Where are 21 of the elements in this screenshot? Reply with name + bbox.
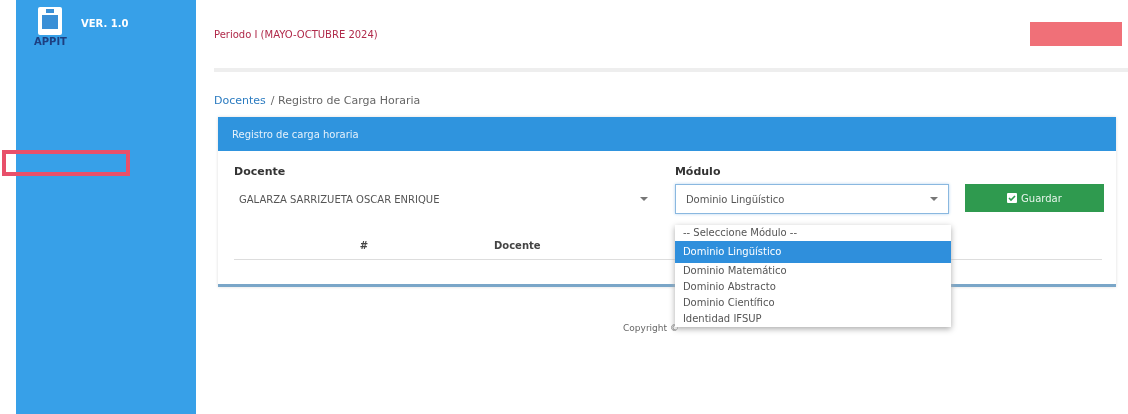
logo-text: APPIT (34, 36, 67, 47)
checkbox-icon (1007, 193, 1018, 203)
breadcrumb-current: / Registro de Carga Horaria (270, 94, 421, 107)
panel-title: Registro de carga horaria (232, 128, 359, 140)
caret-icon (929, 197, 938, 201)
module-select[interactable]: Dominio Lingüístico (674, 184, 949, 214)
dropdown-option[interactable]: -- Seleccione Módulo -- (674, 225, 951, 241)
dropdown-option[interactable]: Dominio Científico (674, 295, 951, 311)
teacher-select[interactable]: GALARZA SARRIZUETA OSCAR ENRIQUE (234, 184, 659, 214)
field-label: Módulo (674, 165, 722, 178)
caret-icon (639, 197, 648, 201)
period-label: Periodo I (MAYO-OCTUBRE 2024) (214, 28, 378, 40)
field-label: Docente (234, 165, 287, 178)
breadcrumb-link[interactable]: Docentes (214, 94, 266, 107)
column-header: # (358, 240, 370, 251)
dropdown-option[interactable]: Dominio Matemático (674, 263, 951, 279)
dropdown-option[interactable]: Identidad IFSUP (674, 311, 951, 327)
dropdown-option[interactable]: Dominio Abstracto (674, 279, 951, 295)
logo-icon (37, 6, 64, 36)
version-label: VER. 1.0 (80, 18, 129, 29)
column-header: Docente (493, 240, 541, 251)
